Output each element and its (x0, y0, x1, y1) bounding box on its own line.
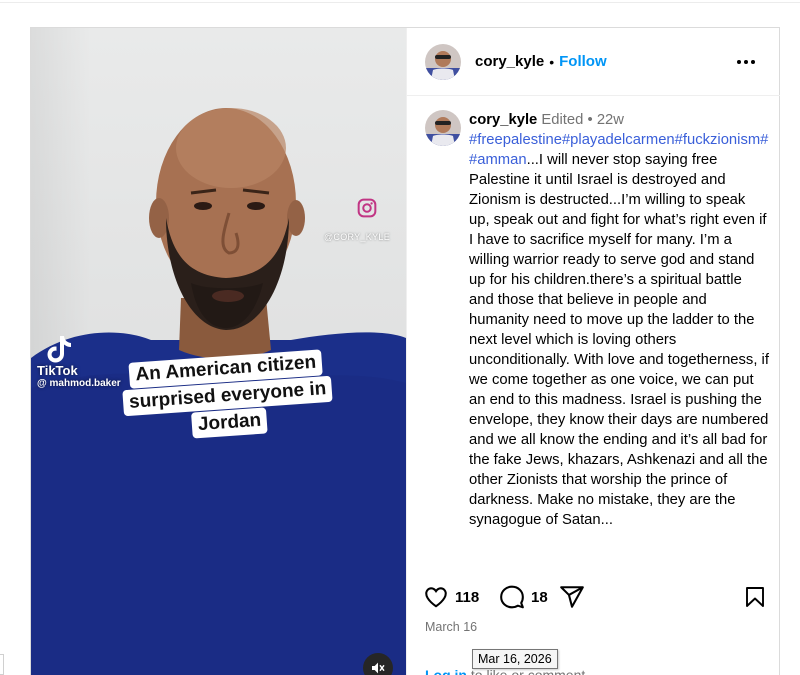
video-overlay-caption: An American citizen surprised everyone i… (120, 349, 335, 444)
instagram-handle-watermark: @CORY_KYLE (324, 232, 390, 242)
header-username-link[interactable]: cory_kyle (475, 53, 544, 70)
more-options-icon (737, 60, 755, 64)
comment-button[interactable]: 18 (499, 584, 548, 610)
left-edge-fragment (0, 654, 4, 675)
caption-body: ...I will never stop saying free Palesti… (469, 152, 769, 528)
post-side-panel: cory_kyle • Follow cory_kyle Edited • 22… (406, 28, 780, 675)
caption-avatar[interactable] (425, 110, 461, 146)
post-header: cory_kyle • Follow (407, 28, 780, 96)
mute-toggle-button[interactable] (363, 653, 393, 675)
post-age: 22w (596, 112, 624, 128)
avatar[interactable] (425, 43, 461, 80)
like-count[interactable]: 118 (455, 589, 479, 606)
speaker-muted-icon (372, 662, 385, 674)
save-button[interactable] (743, 584, 767, 610)
caption-separator: • (587, 112, 593, 128)
comment-count[interactable]: 18 (531, 589, 548, 606)
page-top-border (0, 2, 800, 3)
follow-button[interactable]: Follow (559, 53, 607, 70)
login-link[interactable]: Log in (425, 667, 467, 675)
post-video[interactable]: @CORY_KYLE TikTok @ mahmod.baker An Amer… (31, 28, 406, 675)
overlay-caption-line: Jordan (191, 407, 269, 439)
tiktok-name: TikTok (37, 363, 78, 378)
comment-icon (500, 585, 524, 609)
date-tooltip: Mar 16, 2026 (472, 649, 558, 669)
post-date[interactable]: March 16 (425, 620, 477, 634)
header-separator: • (549, 53, 555, 70)
like-button[interactable]: 118 (423, 584, 479, 610)
edited-label: Edited (541, 112, 584, 128)
post-actions: 118 18 (423, 584, 768, 614)
instagram-watermark-icon (357, 198, 377, 218)
tiktok-watermark: TikTok @ mahmod.baker (37, 334, 121, 390)
bookmark-icon (746, 587, 764, 607)
avatar-photo (425, 110, 461, 146)
share-button[interactable] (559, 584, 585, 610)
tiktok-logo-icon (47, 336, 71, 363)
tiktok-handle: @ mahmod.baker (37, 378, 121, 389)
heart-icon (425, 587, 447, 608)
caption-username-link[interactable]: cory_kyle (469, 112, 537, 128)
share-icon (560, 586, 584, 608)
more-options-button[interactable] (734, 50, 758, 74)
post-modal: @CORY_KYLE TikTok @ mahmod.baker An Amer… (30, 27, 780, 675)
caption-text-block: cory_kyle Edited • 22w #freepalestine#pl… (469, 110, 769, 530)
avatar-photo (425, 43, 461, 80)
